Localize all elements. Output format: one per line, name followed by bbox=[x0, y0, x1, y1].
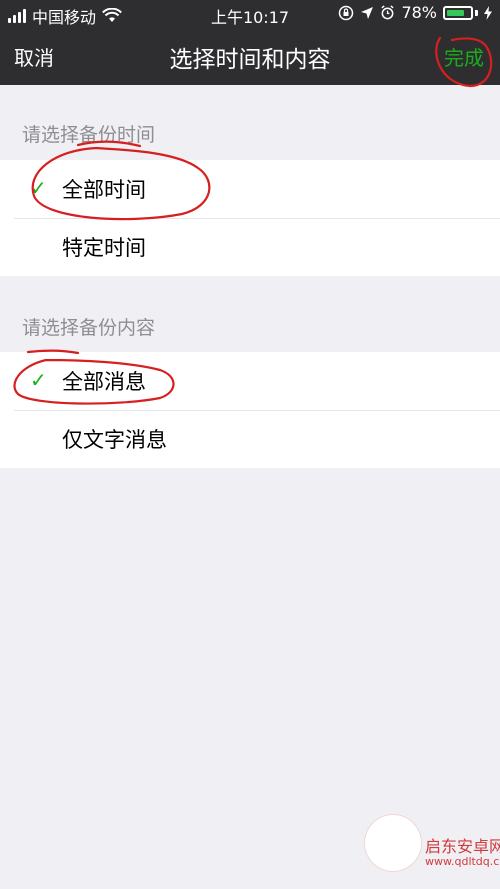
option-label: 全部消息 bbox=[62, 370, 146, 394]
battery-cap bbox=[475, 9, 478, 16]
option-label: 仅文字消息 bbox=[62, 428, 167, 452]
time-options-list: ✓ 全部时间 特定时间 bbox=[0, 160, 500, 276]
option-specific-time[interactable]: 特定时间 bbox=[0, 218, 500, 276]
done-button[interactable]: 完成 bbox=[444, 42, 484, 71]
rotation-lock-icon bbox=[339, 5, 354, 20]
checkmark-icon: ✓ bbox=[30, 176, 47, 200]
navigation-bar: 取消 选择时间和内容 完成 bbox=[0, 28, 500, 85]
option-all-time[interactable]: ✓ 全部时间 bbox=[0, 160, 500, 218]
charging-icon bbox=[484, 5, 492, 20]
checkmark-icon: ✓ bbox=[30, 368, 47, 392]
battery-percent: 78% bbox=[401, 3, 437, 22]
watermark-url: www.qdltdq.com bbox=[425, 855, 500, 868]
location-icon bbox=[361, 6, 374, 19]
time-section-header: 请选择备份时间 bbox=[22, 124, 156, 146]
page-title: 选择时间和内容 bbox=[169, 47, 331, 73]
battery-icon bbox=[443, 5, 473, 20]
option-label: 特定时间 bbox=[62, 236, 146, 260]
alarm-icon bbox=[381, 5, 395, 20]
watermark-text: 启东安卓网 bbox=[425, 837, 500, 856]
top-bar: 中国移动 上午10:17 78% 取消 选择时间和内容 完成 bbox=[0, 0, 500, 85]
option-label: 全部时间 bbox=[62, 178, 146, 202]
option-all-messages[interactable]: ✓ 全部消息 bbox=[0, 352, 500, 410]
content-options-list: ✓ 全部消息 仅文字消息 bbox=[0, 352, 500, 468]
watermark: 启东安卓网 www.qdltdq.com bbox=[355, 809, 500, 889]
option-text-only[interactable]: 仅文字消息 bbox=[0, 410, 500, 468]
status-bar: 中国移动 上午10:17 78% bbox=[0, 0, 500, 28]
watermark-logo-icon bbox=[365, 815, 421, 871]
content-section-header: 请选择备份内容 bbox=[22, 317, 156, 339]
battery-fill bbox=[447, 9, 465, 16]
